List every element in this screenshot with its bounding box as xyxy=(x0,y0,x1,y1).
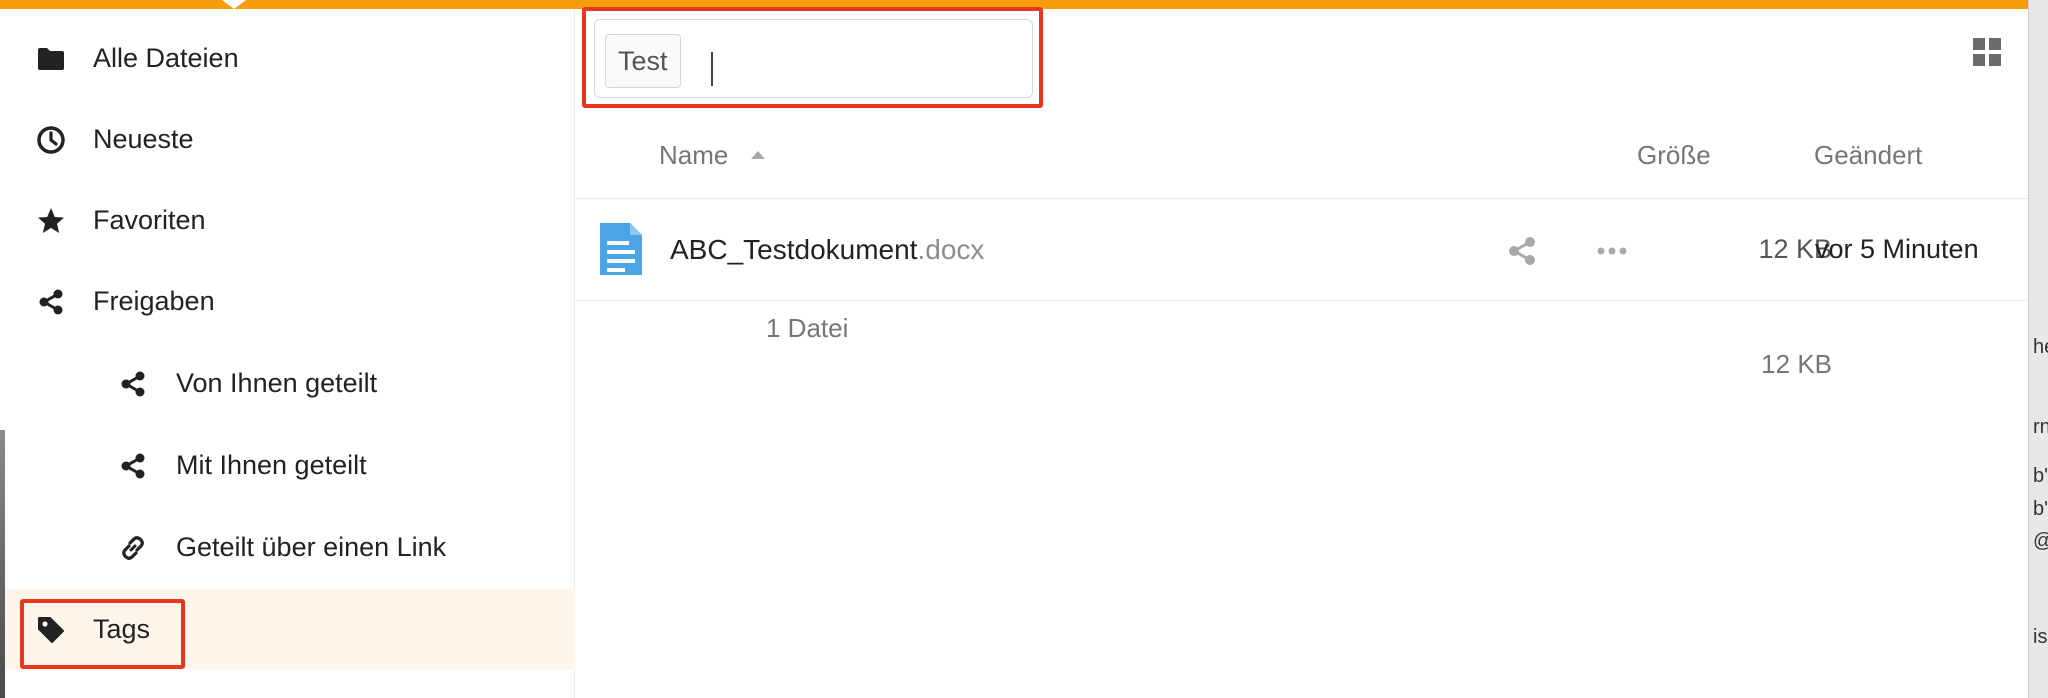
sidebar-item-label: Tags xyxy=(93,614,151,644)
sidebar-item-favorites[interactable]: Favoriten xyxy=(0,180,575,261)
table-row[interactable]: ABC_Testdokument.docx 12 KB vor 5 Minute… xyxy=(576,199,2028,301)
star-icon xyxy=(34,204,68,238)
tag-icon xyxy=(34,613,68,647)
share-icon xyxy=(34,285,68,319)
sidebar-item-label: Freigaben xyxy=(93,286,215,316)
sidebar-item-shared-with-you[interactable]: Mit Ihnen geteilt xyxy=(0,425,575,506)
active-app-indicator xyxy=(222,0,246,9)
file-size: 12 KB xyxy=(1758,234,1832,264)
sidebar-item-label: Favoriten xyxy=(93,205,206,235)
sidebar-item-all-files[interactable]: Alle Dateien xyxy=(0,18,575,99)
sidebar-item-shared-via-link[interactable]: Geteilt über einen Link xyxy=(0,507,575,588)
tag-chip[interactable]: Test xyxy=(605,34,681,88)
file-basename: ABC_Testdokument xyxy=(670,234,918,265)
tag-filter-input[interactable] xyxy=(691,34,1021,88)
screen: Alle Dateien Neueste Favoriten Freigaben xyxy=(0,0,2048,698)
total-size-summary: 12 KB xyxy=(1761,349,1832,379)
sidebar: Alle Dateien Neueste Favoriten Freigaben xyxy=(0,9,575,698)
background-window-edge: he rn b' b' @ is xyxy=(2028,0,2048,698)
more-options-icon[interactable] xyxy=(1594,238,1630,264)
document-icon xyxy=(598,221,644,277)
sidebar-item-label: Neueste xyxy=(93,124,194,154)
background-text: rn xyxy=(2033,416,2048,438)
clock-icon xyxy=(34,123,68,157)
header-bar xyxy=(0,0,2028,9)
share-icon xyxy=(116,449,150,483)
column-header-size[interactable]: Größe xyxy=(1637,140,1711,171)
file-list-header: Name Größe Geändert xyxy=(576,110,2028,199)
background-text: he xyxy=(2033,336,2048,358)
sidebar-item-label: Von Ihnen geteilt xyxy=(176,368,378,398)
background-desktop-edge xyxy=(0,430,5,698)
sidebar-item-tags[interactable]: Tags xyxy=(0,589,575,670)
background-text: b' xyxy=(2033,465,2048,487)
column-header-modified[interactable]: Geändert xyxy=(1814,140,1922,171)
grid-view-icon[interactable] xyxy=(1972,37,2002,67)
file-name[interactable]: ABC_Testdokument.docx xyxy=(670,234,984,266)
sort-ascending-icon xyxy=(751,151,765,159)
text-cursor xyxy=(711,52,713,86)
sidebar-item-shared-by-you[interactable]: Von Ihnen geteilt xyxy=(0,343,575,424)
files-window: Alle Dateien Neueste Favoriten Freigaben xyxy=(0,7,2028,698)
file-list-area: Test Name Größe Geändert ABC_Testdokumen… xyxy=(576,7,2028,698)
background-text: @ xyxy=(2033,530,2048,553)
tag-filter[interactable]: Test xyxy=(594,19,1033,98)
column-header-name[interactable]: Name xyxy=(659,140,728,171)
sidebar-item-label: Geteilt über einen Link xyxy=(176,532,447,562)
folder-icon xyxy=(34,42,68,76)
share-icon xyxy=(116,367,150,401)
background-text: b' xyxy=(2033,498,2048,520)
file-extension: .docx xyxy=(917,234,985,265)
link-icon xyxy=(116,531,150,565)
sidebar-item-label: Mit Ihnen geteilt xyxy=(176,450,367,480)
sidebar-item-recent[interactable]: Neueste xyxy=(0,99,575,180)
share-icon[interactable] xyxy=(1506,236,1538,266)
background-text: is xyxy=(2033,626,2048,648)
file-count-summary: 1 Datei xyxy=(766,313,849,343)
sidebar-item-shares[interactable]: Freigaben xyxy=(0,261,575,342)
sidebar-item-label: Alle Dateien xyxy=(93,43,239,73)
file-modified: vor 5 Minuten xyxy=(1815,234,1979,264)
